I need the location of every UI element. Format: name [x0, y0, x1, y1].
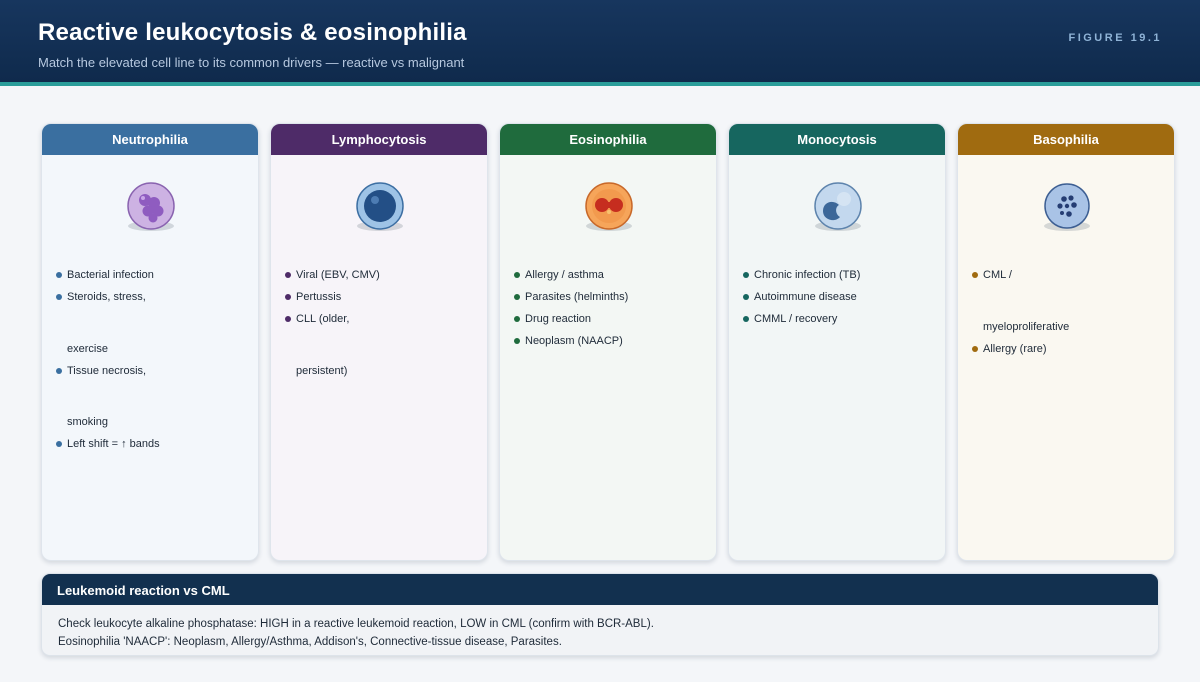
eosinophil-icon: [585, 182, 633, 230]
list-item: Neoplasm (NAACP): [514, 334, 623, 348]
list-item: Parasites (helminths): [514, 290, 628, 304]
list-item-continuation: smoking: [67, 416, 108, 428]
header-banner: Reactive leukocytosis & eosinophilia Mat…: [0, 0, 1200, 86]
list-item: Left shift = ↑ bands: [56, 437, 160, 451]
card-neutrophilia: Neutrophilia Bacterial infection Steroid…: [41, 123, 259, 561]
note-line-lap: Check leukocyte alkaline phosphatase: HI…: [58, 618, 654, 630]
list-item-continuation: myeloproliferative: [983, 321, 1070, 333]
card-title: Monocytosis: [729, 124, 945, 155]
list-item: Allergy (rare): [972, 342, 1047, 356]
list-item: Tissue necrosis,: [56, 364, 146, 378]
note-line-naacp: Eosinophilia 'NAACP': Neoplasm, Allergy/…: [58, 636, 562, 648]
list-item: Viral (EBV, CMV): [285, 268, 380, 282]
figure-tag: FIGURE 19.1: [1068, 32, 1162, 44]
lymphocyte-icon: [356, 182, 404, 230]
basophil-icon: [1044, 183, 1090, 229]
leukemoid-note-panel: Leukemoid reaction vs CML Check leukocyt…: [41, 573, 1159, 656]
card-eosinophilia: Eosinophilia Allergy / asthma Parasites …: [499, 123, 717, 561]
list-item: CLL (older,: [285, 312, 349, 326]
list-item-continuation: persistent): [296, 365, 348, 377]
card-basophilia: Basophilia CML / myeloproliferative Alle…: [957, 123, 1175, 561]
list-item: CML /: [972, 268, 1012, 282]
card-title: Basophilia: [958, 124, 1174, 155]
list-item: Autoimmune disease: [743, 290, 857, 304]
list-item: Bacterial infection: [56, 268, 154, 282]
card-monocytosis: Monocytosis Chronic infection (TB) Autoi…: [728, 123, 946, 561]
list-item: Allergy / asthma: [514, 268, 604, 282]
note-title: Leukemoid reaction vs CML: [42, 574, 1158, 605]
page-subtitle: Match the elevated cell line to its comm…: [38, 55, 465, 70]
list-item: Pertussis: [285, 290, 341, 304]
neutrophil-icon: [127, 182, 175, 230]
list-item: Steroids, stress,: [56, 290, 146, 304]
monocyte-icon: [814, 182, 862, 230]
cell-line-cards: Neutrophilia Bacterial infection Steroid…: [41, 123, 1176, 561]
card-title: Neutrophilia: [42, 124, 258, 155]
list-item: Drug reaction: [514, 312, 591, 326]
card-title: Lymphocytosis: [271, 124, 487, 155]
card-lymphocytosis: Lymphocytosis Viral (EBV, CMV) Pertussis…: [270, 123, 488, 561]
page-title: Reactive leukocytosis & eosinophilia: [38, 19, 467, 46]
list-item: CMML / recovery: [743, 312, 837, 326]
card-title: Eosinophilia: [500, 124, 716, 155]
list-item: Chronic infection (TB): [743, 268, 860, 282]
list-item-continuation: exercise: [67, 343, 108, 355]
